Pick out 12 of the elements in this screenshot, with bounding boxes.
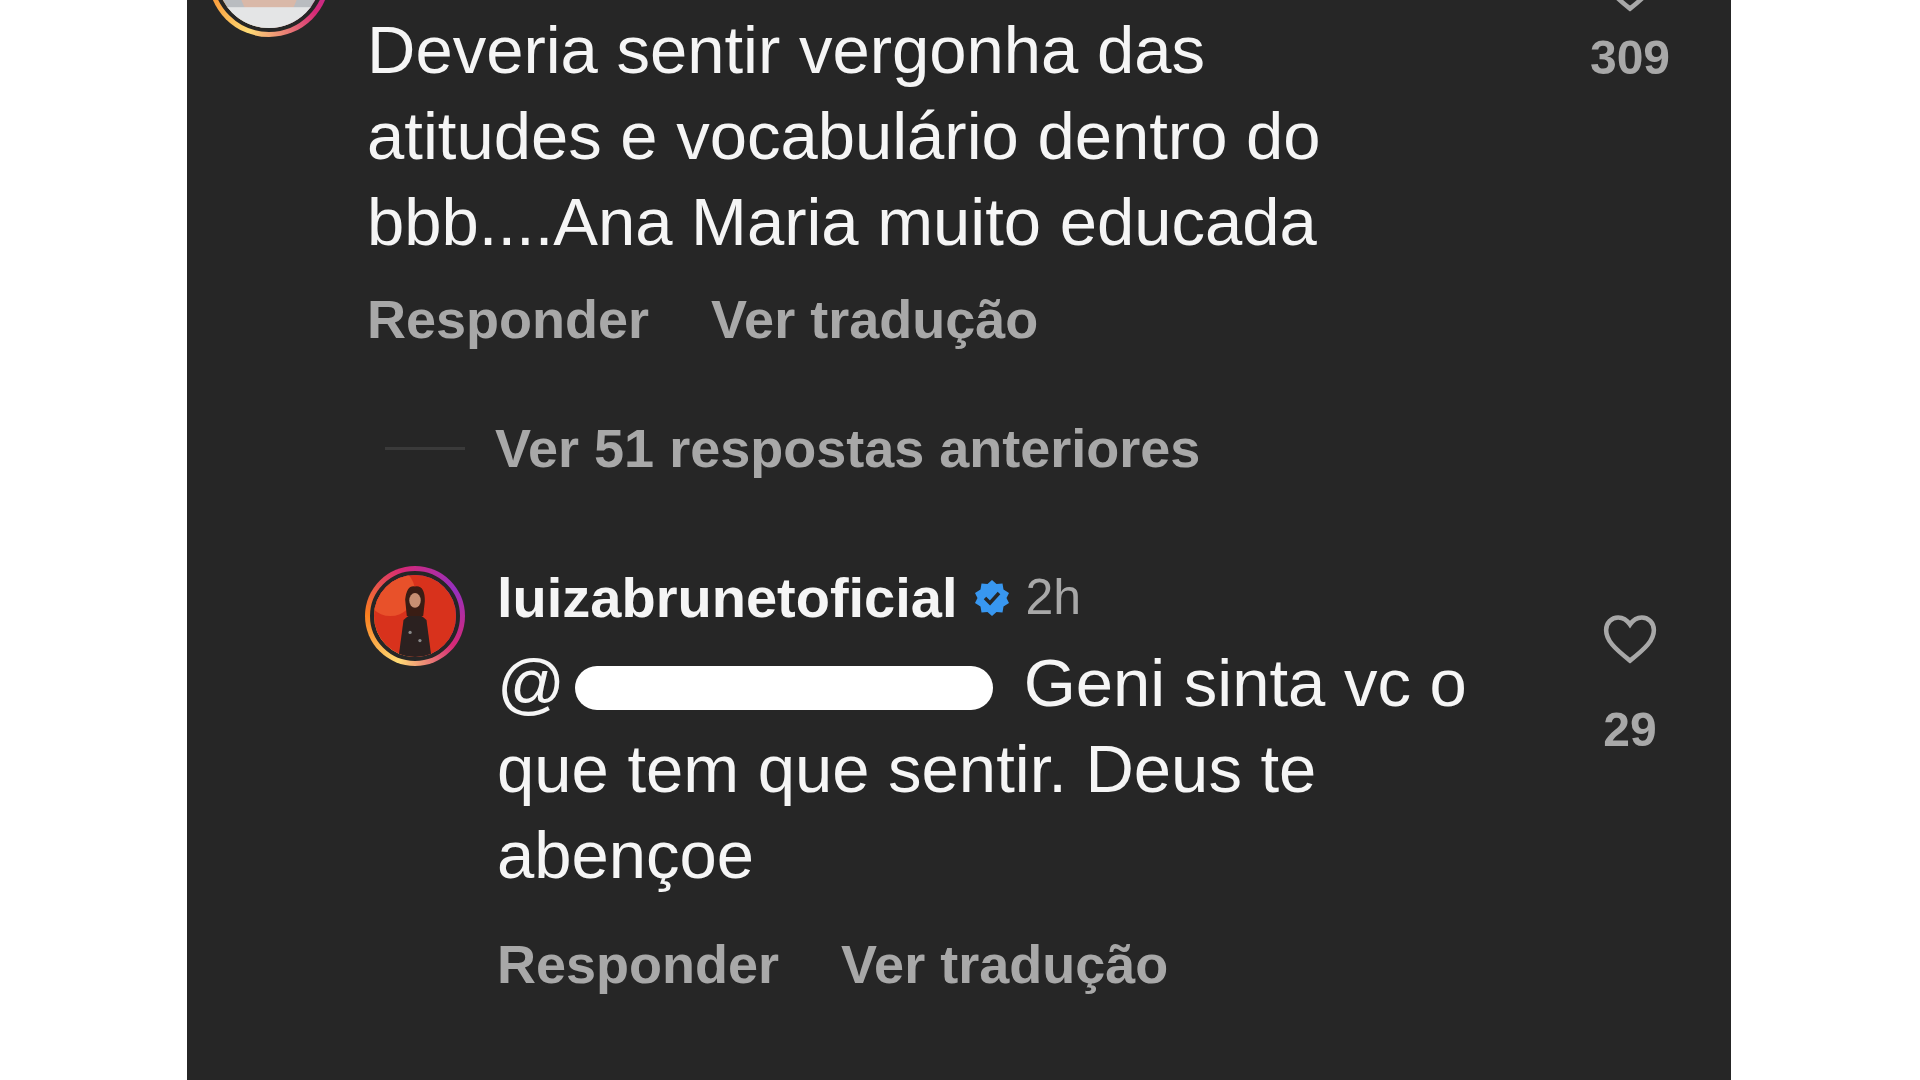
comment-text: Deveria sentir vergonha das atitudes e vocabulário dentro do bbb....Ana Maria muito educada	[367, 11, 1322, 261]
comment-text: @ Geni sinta vc o que tem que sentir. Deus te abençoe	[497, 643, 1468, 894]
like-count: 29	[1603, 703, 1657, 757]
like-icon[interactable]	[1602, 613, 1658, 664]
username[interactable]: luizabrunetoficial	[497, 555, 958, 640]
view-replies-link[interactable]: Ver 51 respostas anteriores	[495, 415, 1201, 481]
action-link[interactable]: Responder	[497, 931, 780, 997]
like-count: 309	[1589, 32, 1671, 85]
action-link[interactable]: Ver tradução	[841, 931, 1169, 997]
action-link[interactable]: Responder	[367, 287, 650, 352]
timestamp: 2h	[1025, 568, 1082, 628]
action-link[interactable]: Ver tradução	[711, 287, 1039, 352]
